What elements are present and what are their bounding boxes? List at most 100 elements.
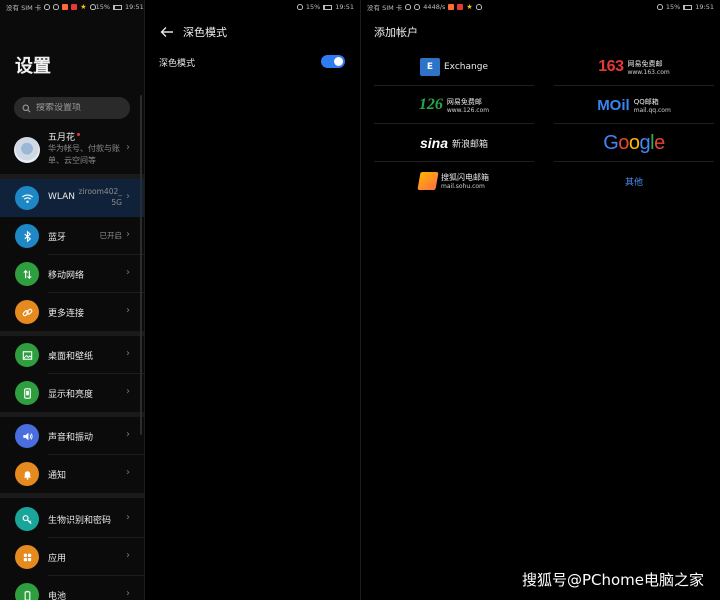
bell-icon <box>15 462 39 486</box>
app-notification-icon <box>457 4 464 10</box>
search-input[interactable] <box>36 103 126 113</box>
provider-name: 搜狐闪电邮箱 <box>441 173 489 182</box>
provider-name: Exchange <box>444 62 488 72</box>
settings-item-label: 蓝牙 <box>48 233 67 243</box>
account-option-126[interactable]: 126 网易免费邮 www.126.com <box>374 86 534 124</box>
settings-item-wallpaper[interactable]: 桌面和壁纸 › <box>0 336 144 374</box>
account-option-exchange[interactable]: E Exchange <box>374 48 534 86</box>
settings-item-value: 已开启 <box>99 231 123 240</box>
star-icon: ★ <box>80 3 87 11</box>
settings-item-biometrics[interactable]: 生物识别和密码 › <box>0 500 144 538</box>
battery-percent: 15% <box>95 3 111 11</box>
chevron-right-icon: › <box>126 467 130 478</box>
wifi-icon <box>15 186 39 210</box>
page-title: 设置 <box>15 56 51 77</box>
status-bar: 15% 19:51 <box>145 0 360 14</box>
chevron-right-icon: › <box>126 229 130 240</box>
status-bar: 没有 SIM 卡 ★ 15% 19:51 <box>0 0 144 14</box>
netease-126-logo: 126 <box>418 96 443 113</box>
profile-description: 华为帐号、付款与账单、云空间等 <box>48 144 120 165</box>
settings-item-more-connections[interactable]: 更多连接 › <box>0 293 144 331</box>
chevron-right-icon: › <box>126 305 130 316</box>
chevron-right-icon: › <box>126 267 130 278</box>
settings-item-mobile-network[interactable]: 移动网络 › <box>0 255 144 293</box>
settings-item-label: WLAN <box>48 192 76 202</box>
provider-name: 网易免费邮 <box>627 59 663 68</box>
account-option-google[interactable]: Google <box>554 124 714 162</box>
provider-name: 网易免费邮 <box>446 97 482 106</box>
app-notification-icon <box>448 4 455 10</box>
wifi-status-icon <box>414 4 421 10</box>
google-logo: Google <box>603 131 665 154</box>
provider-domain: www.163.com <box>627 68 670 76</box>
settings-item-wlan[interactable]: WLAN ziroom402_5G › <box>0 179 144 217</box>
chevron-right-icon: › <box>126 588 130 599</box>
qq-mail-logo: MOil <box>597 96 630 114</box>
toggle-knob <box>334 57 343 66</box>
account-option-sohu[interactable]: 搜狐闪电邮箱 mail.sohu.com <box>374 162 534 200</box>
shield-icon <box>475 4 482 10</box>
account-option-qqmail[interactable]: MOil QQ邮箱 mail.qq.com <box>554 86 714 124</box>
chevron-right-icon: › <box>126 512 130 523</box>
signal-icon <box>405 4 412 10</box>
dark-mode-panel: 15% 19:51 深色模式 深色模式 <box>145 0 360 600</box>
battery-percent: 15% <box>665 3 681 11</box>
link-icon <box>15 300 39 324</box>
provider-name: 新浪邮箱 <box>452 139 489 150</box>
settings-item-label: 更多连接 <box>48 309 85 319</box>
page-title: 深色模式 <box>183 26 227 39</box>
settings-item-sound[interactable]: 声音和振动 › <box>0 417 144 455</box>
network-speed: 4448/s <box>423 3 446 11</box>
add-account-panel: 没有 SIM 卡 4448/s ★ 15% 19:51 添加帐户 E Excha… <box>361 0 720 600</box>
settings-item-label: 应用 <box>48 554 67 564</box>
wifi-status-icon <box>53 4 60 10</box>
avatar <box>14 137 40 163</box>
mobile-network-icon <box>15 262 39 286</box>
chevron-right-icon: › <box>126 191 130 202</box>
vibrate-icon <box>656 4 663 10</box>
status-bar: 没有 SIM 卡 4448/s ★ 15% 19:51 <box>361 0 720 14</box>
exchange-logo-icon: E <box>420 58 440 76</box>
other-option-label: 其他 <box>624 177 643 188</box>
settings-item-label: 通知 <box>48 471 67 481</box>
page-title: 添加帐户 <box>374 26 418 39</box>
provider-name: QQ邮箱 <box>633 97 659 106</box>
sound-icon <box>15 424 39 448</box>
search-icon <box>22 104 31 112</box>
carrier-text: 没有 SIM 卡 <box>367 4 403 12</box>
vibrate-icon <box>296 4 303 10</box>
account-profile-row[interactable]: 五月花 华为帐号、付款与账单、云空间等 › <box>0 128 144 172</box>
chevron-right-icon: › <box>126 348 130 359</box>
settings-item-battery[interactable]: 电池 › <box>0 576 144 600</box>
netease-163-logo: 163 <box>598 58 624 75</box>
chevron-right-icon: › <box>126 142 130 153</box>
back-arrow-icon[interactable] <box>160 26 174 38</box>
watermark: 搜狐号@PChome电脑之家 <box>521 571 704 589</box>
settings-item-label: 生物识别和密码 <box>48 516 112 526</box>
star-icon: ★ <box>466 3 473 11</box>
display-icon <box>15 381 39 405</box>
provider-domain: mail.sohu.com <box>441 183 485 190</box>
profile-name: 五月花 <box>48 133 76 143</box>
group-divider <box>0 493 144 498</box>
app-notification-icon <box>62 4 69 10</box>
settings-item-apps[interactable]: 应用 › <box>0 538 144 576</box>
dark-mode-toggle[interactable] <box>321 55 345 68</box>
app-notification-icon <box>71 4 78 10</box>
settings-item-label: 声音和振动 <box>48 433 94 443</box>
carrier-text: 没有 SIM 卡 <box>6 4 42 12</box>
settings-panel: 没有 SIM 卡 ★ 15% 19:51 设置 五月花 华为帐号、付款与账单、云… <box>0 0 144 600</box>
battery-icon <box>323 4 333 10</box>
account-option-sina[interactable]: sina 新浪邮箱 <box>374 124 534 162</box>
settings-item-notifications[interactable]: 通知 › <box>0 455 144 493</box>
scrollbar[interactable] <box>140 95 142 435</box>
settings-item-label: 电池 <box>48 592 67 600</box>
settings-item-label: 移动网络 <box>48 271 85 281</box>
settings-item-bluetooth[interactable]: 蓝牙 已开启 › <box>0 217 144 255</box>
settings-item-label: 桌面和壁纸 <box>48 352 94 362</box>
settings-item-display[interactable]: 显示和亮度 › <box>0 374 144 412</box>
account-option-other[interactable]: 其他 <box>554 162 714 200</box>
search-bar[interactable] <box>14 97 130 119</box>
account-option-163[interactable]: 163 网易免费邮 www.163.com <box>554 48 714 86</box>
clock: 19:51 <box>335 3 354 11</box>
